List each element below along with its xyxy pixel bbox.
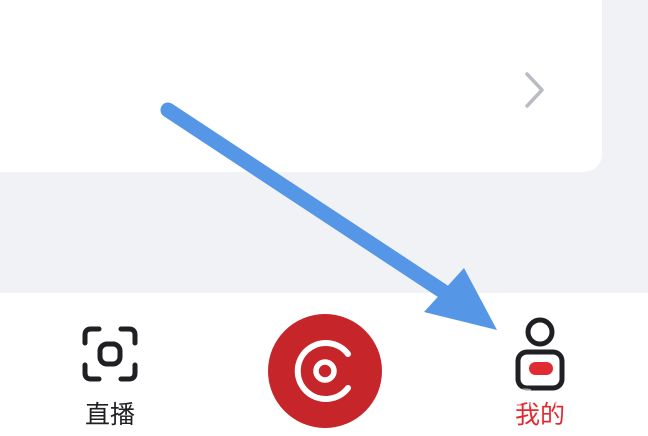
content-card[interactable]: [0, 0, 602, 172]
watermark-logo: [505, 388, 598, 413]
tab-live-label: 直播: [84, 400, 136, 429]
record-button[interactable]: [268, 314, 382, 428]
scan-frame-icon: [82, 326, 138, 382]
record-disc-icon: [294, 340, 351, 402]
chevron-right-icon[interactable]: [518, 68, 550, 112]
tab-live[interactable]: 直播: [60, 315, 160, 429]
